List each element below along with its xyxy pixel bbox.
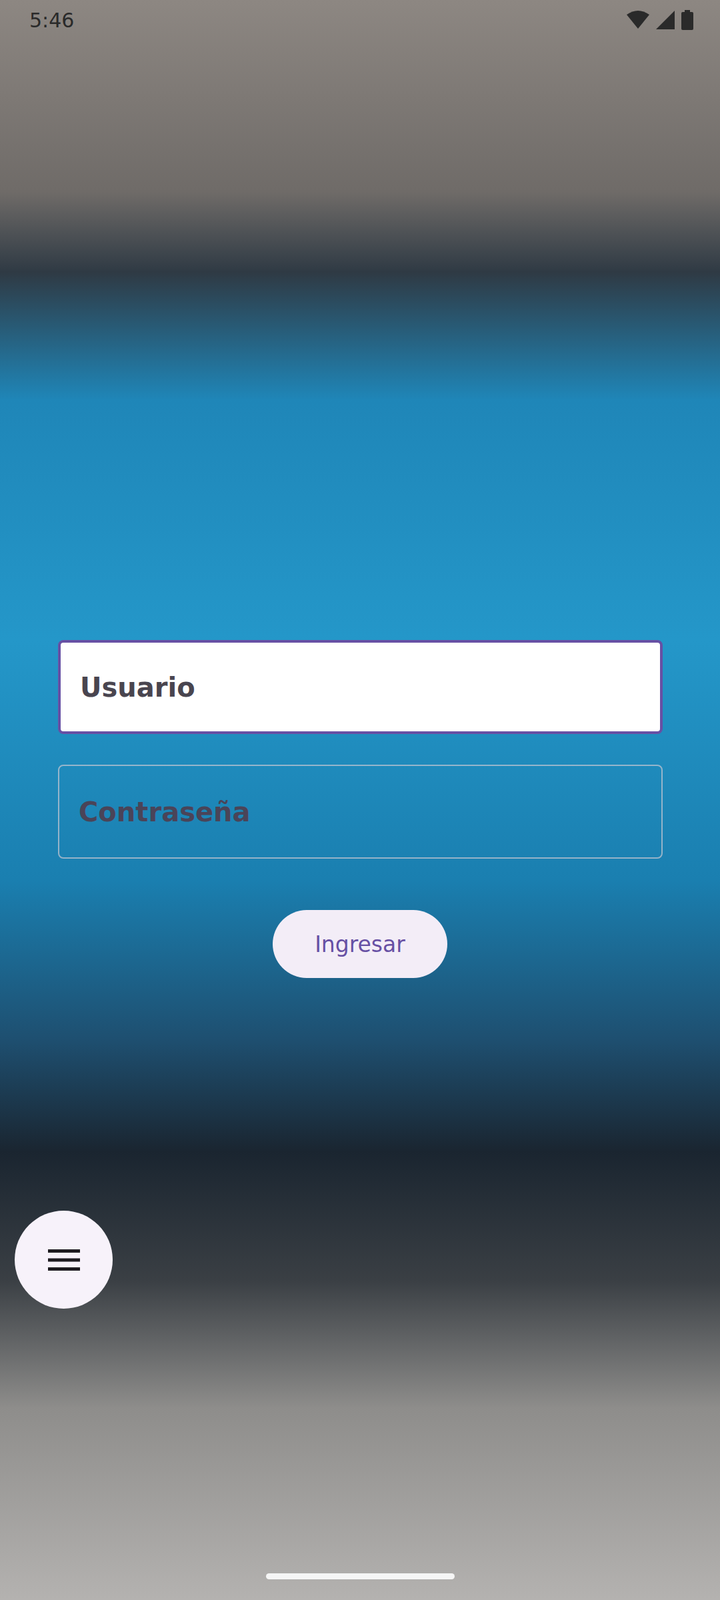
gesture-handle[interactable] xyxy=(266,1573,455,1580)
status-icons xyxy=(626,10,694,30)
status-bar: 5:46 xyxy=(0,0,720,40)
field-label: Usuario xyxy=(80,672,196,703)
login-form: Usuario Contraseña xyxy=(58,640,663,859)
wifi-icon xyxy=(626,10,650,30)
field-label: Contraseña xyxy=(78,796,251,828)
signal-icon xyxy=(656,10,675,30)
username-field[interactable]: Usuario xyxy=(58,640,663,734)
button-row: Ingresar xyxy=(0,910,720,978)
login-button[interactable]: Ingresar xyxy=(272,910,448,978)
status-time: 5:46 xyxy=(29,8,74,32)
menu-icon xyxy=(48,1248,80,1272)
battery-icon xyxy=(681,10,694,30)
navigation-bar xyxy=(0,1573,720,1580)
password-field[interactable]: Contraseña xyxy=(58,764,663,859)
menu-button[interactable] xyxy=(14,1210,113,1309)
